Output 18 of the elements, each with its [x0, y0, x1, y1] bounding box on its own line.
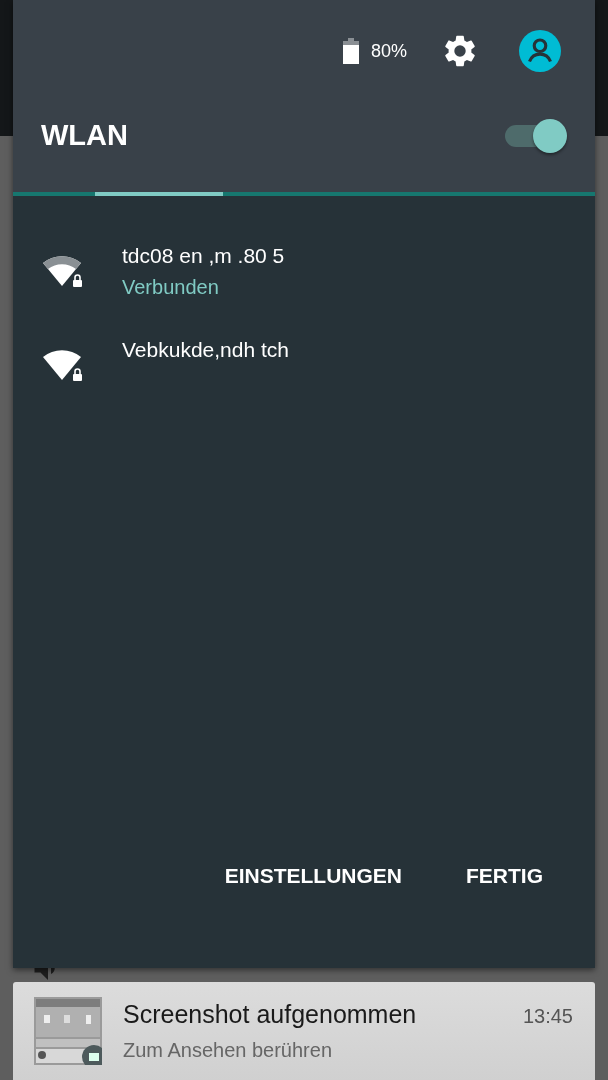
panel-title: WLAN — [41, 118, 128, 152]
notification-time: 13:45 — [522, 1005, 573, 1028]
wlan-toggle[interactable] — [503, 117, 569, 153]
battery-percent: 80% — [370, 40, 407, 62]
notification-title: Screenshot aufgenommen — [123, 1000, 417, 1029]
network-name: tdc08 en ,m .80 5 — [122, 244, 285, 268]
dialog-button[interactable]: FERTIG — [454, 856, 555, 896]
network-item[interactable]: tdc08 en ,m .80 5 Verbunden — [13, 244, 595, 304]
user-avatar-icon[interactable] — [519, 30, 561, 72]
battery-icon — [342, 38, 359, 64]
network-name: Vebkukde,ndh tch — [122, 338, 289, 362]
network-item[interactable]: Vebkukde,ndh tch — [13, 338, 595, 398]
notification-card[interactable]: Screenshot aufgenommen 13:45 Zum Ansehen berühren — [13, 982, 595, 1080]
dialog-button[interactable]: EINSTELLUNGEN — [212, 856, 414, 896]
wifi-lock-icon — [41, 348, 85, 382]
network-status: Verbunden — [122, 276, 220, 299]
wifi-lock-icon — [41, 254, 85, 288]
notification-text: Zum Ansehen berühren — [123, 1039, 334, 1062]
